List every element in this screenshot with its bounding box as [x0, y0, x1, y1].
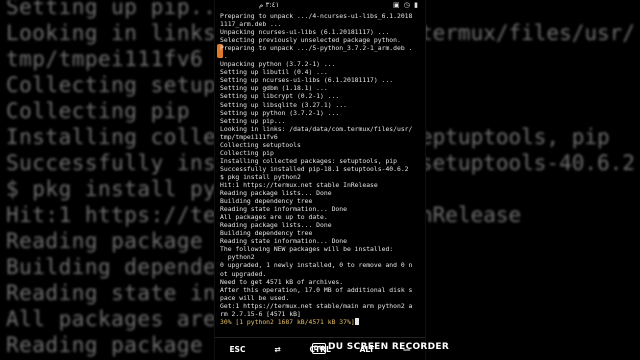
terminal-line: Get:1 https://termux.net stable/main arm…: [220, 301, 413, 310]
background-text-line: $ pkg install pyt: [6, 177, 230, 201]
terminal-line: Reading package lists... Done: [220, 189, 332, 198]
download-progress-text: 30% [1 python2 1687 kB/4571 kB 37%]: [220, 317, 355, 326]
background-text-line: Building dependen: [6, 255, 230, 279]
terminal-line: The following NEW packages will be insta…: [220, 245, 394, 254]
terminal-line: ..: [220, 52, 228, 61]
terminal-line: tmp/tmpei111fv6: [220, 132, 278, 141]
status-time: ٣:٤١ م: [259, 1, 280, 9]
phone-screen: ٣:٤١ م ▣ ◷ ▮ Preparing to unpack .../4-n…: [214, 0, 426, 360]
background-text-line: Reading state inf: [6, 281, 230, 305]
terminal-line: Building dependency tree: [220, 197, 313, 206]
terminal-line: Reading state information... Done: [220, 237, 347, 246]
terminal-line: Building dependency tree: [220, 229, 313, 238]
terminal-line: Unpacking python (3.7.2-1) ...: [220, 60, 336, 69]
background-text-line: Setting up pip...: [6, 0, 230, 19]
terminal-line: Setting up python (3.7.2-1) ...: [220, 108, 340, 117]
status-bar: ٣:٤١ م ▣ ◷ ▮: [215, 0, 425, 10]
extra-key-0[interactable]: ESC: [226, 343, 248, 356]
terminal-line: After this operation, 17.0 MB of additio…: [220, 285, 413, 294]
terminal-line: Reading package lists... Done: [220, 221, 332, 230]
terminal-line: Collecting pip: [220, 148, 274, 157]
terminal-line: Reading state information... Done: [220, 205, 347, 214]
terminal-line: 1117_arm.deb ...: [220, 20, 282, 29]
terminal-line: Preparing to unpack .../4-ncurses-ui-lib…: [220, 12, 413, 20]
terminal-line: Setting up gdbm (1.18.1) ...: [220, 84, 328, 93]
terminal-line: Preparing to unpack .../5-python_3.7.2-1…: [220, 44, 413, 53]
terminal-line: Collecting setuptools: [220, 140, 301, 149]
background-text-line-right: nRelease: [420, 203, 522, 227]
background-text-line: tmp/tmpei111fv6: [6, 47, 204, 71]
terminal-line: Need to get 4571 kB of archives.: [220, 277, 344, 286]
terminal-line: Unpacking ncurses-ui-libs (6.1.20181117)…: [220, 28, 390, 37]
background-text-line: All packages are: [6, 307, 217, 331]
terminal-line: $ pkg install python2: [220, 172, 301, 181]
terminal-line: pace will be used.: [220, 293, 290, 302]
terminal-line: Setting up libsqlite (3.27.1) ...: [220, 100, 347, 109]
terminal-line: python2: [220, 253, 255, 262]
terminal-line: Installing collected packages: setuptool…: [220, 156, 397, 165]
terminal-line: Setting up pip...: [220, 116, 286, 125]
terminal-line: Successfully installed pip-18.1 setuptoo…: [220, 164, 409, 173]
background-text-line: Collecting pip: [6, 99, 191, 123]
background-text-line-right: eptuptools, pip: [420, 125, 610, 149]
background-text-line-right: setuptools-40.6.2: [420, 151, 635, 175]
background-text-line: Reading package l: [6, 229, 230, 253]
download-progress-line: 30% [1 python2 1687 kB/4571 kB 37%]: [220, 317, 420, 326]
terminal-line: ot upgraded.: [220, 269, 267, 278]
watermark-text: DU SCREEN RECORDER: [328, 342, 450, 352]
background-text-line: Collecting setupt: [6, 73, 230, 97]
terminal-line: Looking in links: /data/data/com.termux/…: [220, 124, 413, 133]
extra-key-1[interactable]: ⇄: [271, 343, 283, 356]
terminal-line: Hit:1 https://termux.net stable InReleas…: [220, 180, 378, 189]
status-icons: ▣ ◷ ▮: [392, 1, 419, 9]
terminal-line: Setting up ncurses-ui-libs (6.1.20181117…: [220, 76, 394, 85]
background-text-line: Looking in links:: [6, 21, 230, 45]
terminal-cursor: [354, 317, 359, 325]
background-text-line-right: termux/files/usr/: [420, 21, 635, 45]
background-text-line: Hit:1 https://ter: [6, 203, 230, 227]
terminal-line: Setting up libcrypt (0.2-1) ...: [220, 92, 340, 101]
recorder-watermark: DU DU SCREEN RECORDER: [312, 342, 449, 354]
terminal-line: Setting up libutil (0.4) ...: [220, 68, 328, 77]
background-text-line: Installing collec: [6, 125, 230, 149]
terminal-line: Selecting previously unselected package …: [220, 36, 401, 45]
terminal-line: rm 2.7.15-6 [4571 kB]: [220, 309, 301, 318]
background-text-line: Reading package l: [6, 333, 230, 357]
recorder-logo-icon: DU: [312, 343, 326, 354]
terminal-line: All packages are up to date.: [220, 213, 328, 222]
terminal-output[interactable]: Preparing to unpack .../4-ncurses-ui-lib…: [220, 12, 420, 334]
terminal-line: 0 upgraded, 1 newly installed, 0 to remo…: [220, 261, 413, 270]
